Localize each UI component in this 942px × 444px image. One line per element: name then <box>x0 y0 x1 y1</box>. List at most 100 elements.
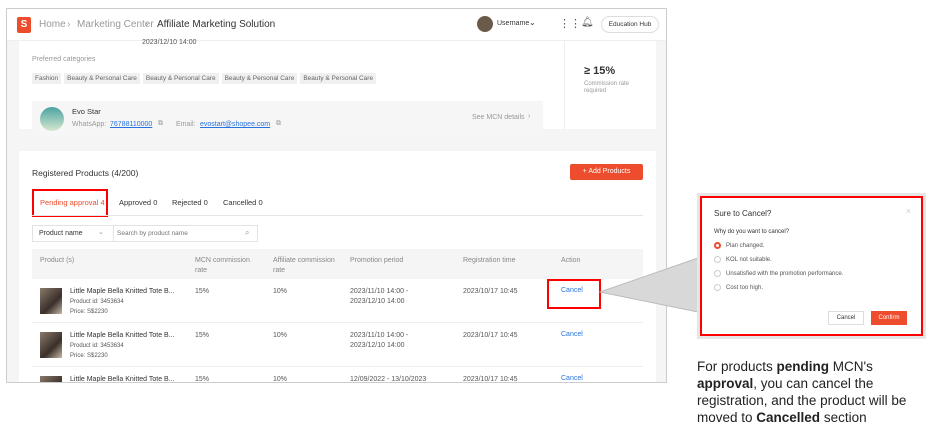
chevron-right-icon: › <box>67 19 71 30</box>
mcn-rate: 15% <box>195 332 210 339</box>
tab-approved[interactable]: Approved 0 <box>119 198 157 207</box>
whatsapp-link[interactable]: 76788110000 <box>110 121 152 128</box>
product-id: Product id: 3453634 <box>70 343 124 349</box>
preferred-categories-label: Preferred categories <box>32 56 96 63</box>
category-tag: Beauty & Personal Care <box>64 73 140 84</box>
category-tag: Fashion <box>32 73 62 84</box>
close-icon[interactable]: × <box>906 206 911 216</box>
product-price: Price: S$2230 <box>70 353 108 359</box>
commission-label: Commission rate required <box>584 81 630 94</box>
shopee-logo-icon: S <box>17 17 31 33</box>
promotion-period-end: 2023/12/10 14:00 <box>350 342 405 349</box>
product-thumbnail <box>40 376 62 382</box>
cancel-link[interactable]: Cancel <box>561 375 583 382</box>
dialog-cancel-button[interactable]: Cancel <box>828 311 864 325</box>
reason-option[interactable]: Plan changed. <box>714 242 764 249</box>
mcn-contact-box: Evo Star WhatsApp: 76788110000 ⧉ Email: … <box>32 101 543 138</box>
reason-option[interactable]: Cost too high. <box>714 284 763 291</box>
radio[interactable] <box>714 256 721 263</box>
dialog-confirm-button[interactable]: Confirm <box>871 311 907 325</box>
mcn-name: Evo Star <box>72 107 101 116</box>
education-hub-button[interactable]: Education Hub <box>601 16 659 33</box>
bell-icon[interactable]: 🔔︎ <box>581 17 594 28</box>
dialog-question: Why do you want to cancel? <box>714 229 790 235</box>
search-icon[interactable]: ⌕ <box>245 228 249 238</box>
add-products-button[interactable]: + Add Products <box>570 164 643 180</box>
product-name[interactable]: Little Maple Bella Knitted Tote B... <box>70 331 175 341</box>
promotion-period: 2023/11/10 14:00 - <box>350 332 409 339</box>
cancel-dialog-callout: Sure to Cancel? × Why do you want to can… <box>697 193 926 339</box>
copy-icon[interactable]: ⧉ <box>158 120 163 128</box>
copy-icon[interactable]: ⧉ <box>276 120 281 128</box>
chevron-right-icon: › <box>145 19 149 30</box>
commission-value: ≥ 15% <box>584 65 616 77</box>
product-thumbnail <box>40 332 62 358</box>
product-id: Product id: 3453634 <box>70 299 124 305</box>
tabs-divider <box>32 215 643 216</box>
category-tag: Beauty & Personal Care <box>300 73 377 84</box>
tab-cancelled[interactable]: Cancelled 0 <box>223 198 263 207</box>
radio-selected[interactable] <box>714 242 721 249</box>
product-name[interactable]: Little Maple Bella Knitted Tote B... <box>70 375 175 382</box>
column-header: Promotion period <box>350 257 404 264</box>
product-thumbnail <box>40 288 62 314</box>
radio[interactable] <box>714 270 721 277</box>
mcn-rate: 15% <box>195 288 210 295</box>
category-tags: Fashion Beauty & Personal Care Beauty & Pe… <box>32 67 379 85</box>
filter-select[interactable]: Product name <box>39 230 83 237</box>
search-bar: Product name ⌄ ⌕ <box>32 225 258 242</box>
mcn-avatar <box>40 107 64 131</box>
promotion-period-end: 2023/12/10 14:00 <box>350 298 405 305</box>
email-label: Email: <box>176 121 196 128</box>
reason-option[interactable]: KOL not suitable. <box>714 256 772 263</box>
divider <box>564 41 565 129</box>
category-tag: Beauty & Personal Care <box>221 73 298 84</box>
registration-time: 2023/10/17 10:45 <box>463 376 518 383</box>
table-row: Little Maple Bella Knitted Tote B... 15%… <box>32 367 643 383</box>
registration-time: 2023/10/17 10:45 <box>463 332 518 339</box>
app-window: S Home › Marketing Center › Affiliate Ma… <box>6 8 667 383</box>
column-header: Affiliate commission rate <box>273 257 335 274</box>
affiliate-rate: 10% <box>273 376 288 383</box>
affiliate-rate: 10% <box>273 288 288 295</box>
top-header: S Home › Marketing Center › Affiliate Ma… <box>7 9 666 41</box>
mcn-rate: 15% <box>195 376 210 383</box>
product-price: Price: S$2230 <box>70 309 108 315</box>
promotion-period: 12/09/2022 - 13/10/2023 <box>350 376 427 383</box>
date-text: 2023/12/10 14:00 <box>142 39 197 46</box>
add-products-label: Add Products <box>588 168 631 175</box>
tab-rejected[interactable]: Rejected 0 <box>172 198 208 207</box>
column-header: Action <box>561 257 581 264</box>
category-tag: Beauty & Personal Care <box>142 73 219 84</box>
column-header: Registration time <box>463 257 516 264</box>
affiliate-rate: 10% <box>273 332 288 339</box>
chevron-down-icon[interactable]: ⌄ <box>529 18 536 27</box>
product-name[interactable]: Little Maple Bella Knitted Tote B... <box>70 287 175 297</box>
callout-pointer <box>598 257 699 313</box>
search-input[interactable] <box>117 228 237 239</box>
chevron-down-icon[interactable]: ⌄ <box>98 228 104 236</box>
mcn-info-card: 2023/12/10 14:00 Preferred categories Fa… <box>19 39 656 138</box>
chevron-right-icon: › <box>528 113 531 120</box>
registration-time: 2023/10/17 10:45 <box>463 288 518 295</box>
column-header: MCN commission rate <box>195 257 250 274</box>
table-row: Little Maple Bella Knitted Tote B... Pro… <box>32 323 643 367</box>
tab-pending-approval[interactable]: Pending approval 4 <box>40 198 105 207</box>
dialog-title: Sure to Cancel? <box>714 209 772 218</box>
reason-option[interactable]: Unsatisfied with the promotion performan… <box>714 270 843 277</box>
breadcrumb-marketing-center[interactable]: Marketing Center <box>77 19 154 30</box>
see-mcn-details-link[interactable]: See MCN details <box>472 114 525 121</box>
cancel-dialog: Sure to Cancel? × Why do you want to can… <box>700 196 923 336</box>
whatsapp-label: WhatsApp: <box>72 121 107 128</box>
avatar[interactable] <box>477 16 493 32</box>
cancel-link[interactable]: Cancel <box>561 331 583 338</box>
caption-text: For products pending MCN's approval, you… <box>697 359 907 425</box>
table-header: Product (s) MCN commission rate Affiliat… <box>32 249 643 279</box>
column-header: Product (s) <box>40 257 75 264</box>
apps-grid-icon[interactable]: ⋮⋮ <box>559 17 581 30</box>
breadcrumb-home[interactable]: Home <box>39 19 66 30</box>
radio[interactable] <box>714 284 721 291</box>
email-link[interactable]: evostart@shopee.com <box>200 121 270 128</box>
breadcrumb-current: Affiliate Marketing Solution <box>157 19 276 30</box>
username-menu[interactable]: Username <box>497 20 529 27</box>
